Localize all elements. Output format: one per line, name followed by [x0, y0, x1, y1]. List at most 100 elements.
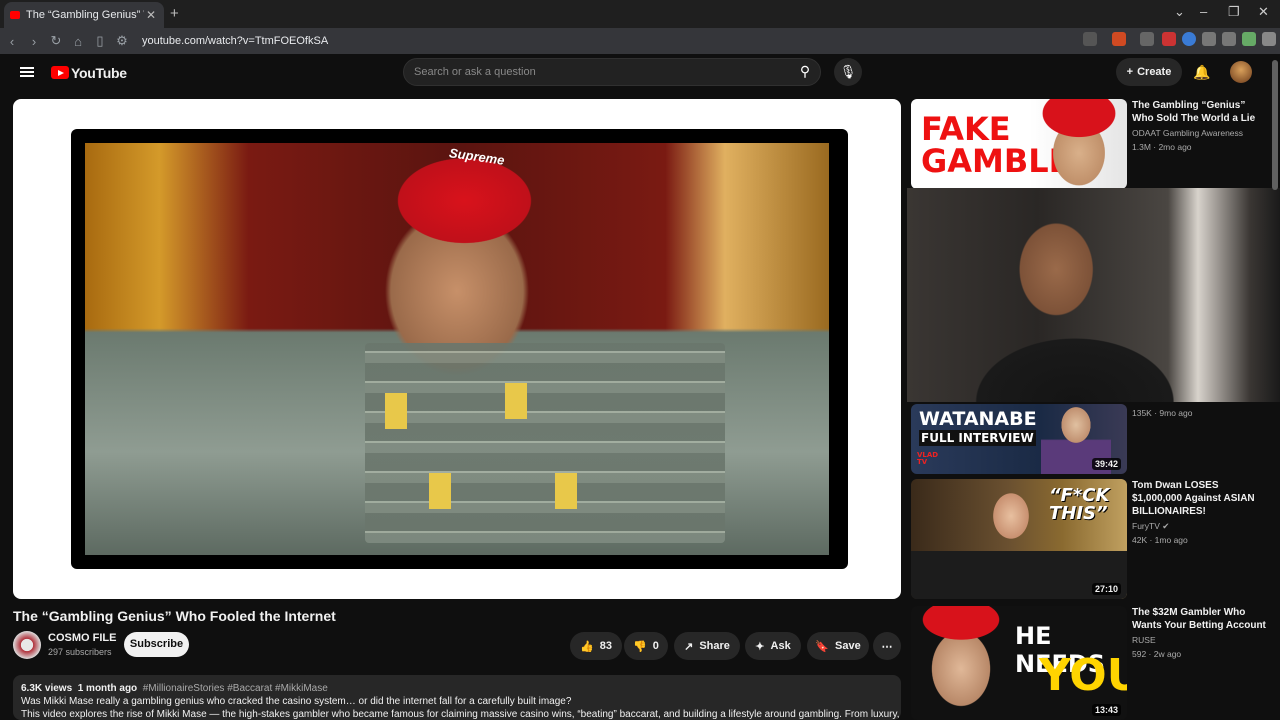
- video-thumbnail[interactable]: WATANABE FULL INTERVIEW VLAD TV 39:42: [911, 404, 1127, 474]
- ask-label: Ask: [770, 640, 791, 652]
- downloads-icon[interactable]: [1222, 32, 1236, 46]
- recommended-video[interactable]: HE NEEDS YOU 13:43 The $32M Gambler Who …: [911, 606, 1271, 720]
- close-tab-icon[interactable]: ✕: [144, 8, 158, 22]
- home-icon[interactable]: ⌂: [68, 34, 88, 49]
- recommended-meta: 1.3M · 2mo ago: [1132, 142, 1192, 152]
- scrollbar[interactable]: [1272, 60, 1278, 190]
- hat-logo-text: Supreme: [448, 145, 506, 168]
- recommended-meta: 135K · 9mo ago: [1132, 408, 1193, 418]
- youtube-header: YouTube Search or ask a question ⚲ 🎙 + C…: [0, 54, 1280, 92]
- recommended-video[interactable]: WATANABE FULL INTERVIEW VLAD TV 39:42 13…: [911, 404, 1271, 476]
- verified-icon: ✔: [1162, 521, 1170, 531]
- view-count: 6.3K views: [21, 683, 73, 694]
- recommended-title[interactable]: The Gambling “Genius” Who Sold The World…: [1132, 99, 1267, 125]
- recommended-channel[interactable]: ODAAT Gambling Awareness: [1132, 128, 1243, 138]
- extension-icon[interactable]: [1140, 32, 1154, 46]
- hashtags[interactable]: #MillionaireStories #Baccarat #MikkiMase: [143, 683, 328, 694]
- microphone-icon[interactable]: 🎙: [834, 58, 862, 86]
- bookmark-icon: 🔖: [815, 640, 829, 653]
- video-image: Supreme: [85, 143, 829, 555]
- channel-name[interactable]: COSMO FILE: [48, 632, 116, 644]
- menu-icon[interactable]: [1262, 32, 1276, 46]
- bookmark-icon[interactable]: ▯: [90, 33, 110, 49]
- save-button[interactable]: 🔖 Save: [807, 632, 869, 660]
- video-thumbnail[interactable]: HE NEEDS YOU 13:43: [911, 606, 1127, 720]
- tab-title: The “Gambling Genius” Who Fo: [26, 9, 144, 21]
- recommended-meta: 42K · 1mo ago: [1132, 535, 1188, 545]
- recommended-channel[interactable]: FuryTV ✔: [1132, 521, 1169, 532]
- youtube-logo-icon[interactable]: [51, 66, 69, 79]
- webcam-overlay: [907, 188, 1280, 402]
- extension-icon[interactable]: [1182, 32, 1196, 46]
- sparkle-icon: ✦: [755, 640, 765, 653]
- like-button[interactable]: 👍 83: [570, 632, 622, 660]
- recommended-channel[interactable]: RUSE: [1132, 635, 1156, 645]
- save-label: Save: [835, 640, 861, 652]
- reload-icon[interactable]: ↻: [46, 33, 66, 49]
- recommended-video[interactable]: FAKE GAMBLER The Gambling “Genius” Who S…: [911, 99, 1271, 189]
- search-icon[interactable]: ⚲: [796, 63, 814, 81]
- thumbnail-text: WATANABE: [919, 408, 1037, 430]
- description-line: This video explores the rise of Mikki Ma…: [21, 709, 901, 720]
- create-label: Create: [1137, 66, 1172, 78]
- thumbnail-person: [911, 606, 1011, 720]
- cash-band: [505, 383, 527, 419]
- dislike-count: 0: [652, 640, 659, 652]
- tab-list-icon[interactable]: ⌄: [1174, 4, 1185, 20]
- recommended-video[interactable]: “F*CK THIS” 27:10 Tom Dwan LOSES $1,000,…: [911, 479, 1271, 601]
- cash-stacks: [365, 343, 725, 543]
- description-box[interactable]: 6.3K views 1 month ago #MillionaireStori…: [13, 675, 901, 720]
- site-info-icon[interactable]: ⚙: [112, 33, 132, 49]
- thumbnail-text: FULL INTERVIEW: [919, 430, 1036, 446]
- extensions-puzzle-icon[interactable]: [1202, 32, 1216, 46]
- maximize-icon[interactable]: ❐: [1228, 4, 1240, 20]
- back-icon[interactable]: ‹: [2, 34, 22, 49]
- cash-band: [385, 393, 407, 429]
- browser-tab[interactable]: The “Gambling Genius” Who Fo ✕: [4, 2, 164, 28]
- extension-icon[interactable]: [1242, 32, 1256, 46]
- subscriber-count: 297 subscribers: [48, 647, 112, 657]
- youtube-logo-text[interactable]: YouTube: [71, 65, 127, 81]
- extension-icon[interactable]: [1162, 32, 1176, 46]
- recommended-meta: 592 · 2w ago: [1132, 649, 1182, 659]
- video-player[interactable]: Supreme: [13, 99, 901, 599]
- share-icon: ↗: [684, 640, 694, 653]
- minimize-icon[interactable]: –: [1200, 4, 1207, 19]
- cash-band: [429, 473, 451, 509]
- thumbs-down-icon: 👎: [633, 640, 647, 653]
- plus-icon: +: [1126, 66, 1134, 78]
- thumbs-up-icon: 👍: [580, 640, 594, 653]
- recommended-title[interactable]: The $32M Gambler Who Wants Your Betting …: [1132, 606, 1267, 632]
- thumbnail-text: “F*CK THIS”: [1049, 485, 1110, 524]
- brave-shield-icon[interactable]: [1112, 32, 1126, 46]
- recommended-title[interactable]: Tom Dwan LOSES $1,000,000 Against ASIAN …: [1132, 479, 1267, 518]
- new-tab-button[interactable]: +: [170, 5, 179, 22]
- search-box[interactable]: Search or ask a question ⚲: [403, 58, 821, 86]
- video-duration: 39:42: [1091, 458, 1121, 470]
- thumbnail-person: [1039, 99, 1119, 189]
- youtube-favicon-icon: [10, 11, 20, 19]
- thumbnail-text: YOU: [1039, 650, 1127, 701]
- more-actions-icon[interactable]: ⋯: [873, 632, 901, 660]
- notifications-bell-icon[interactable]: 🔔: [1193, 64, 1210, 81]
- hamburger-menu-icon[interactable]: [20, 67, 34, 69]
- description-line: Was Mikki Mase really a gambling genius …: [21, 696, 572, 707]
- ask-button[interactable]: ✦ Ask: [745, 632, 801, 660]
- screen-cast-icon[interactable]: [1083, 32, 1097, 46]
- search-input[interactable]: Search or ask a question: [414, 66, 536, 78]
- close-window-icon[interactable]: ✕: [1258, 4, 1269, 20]
- create-button[interactable]: + Create: [1116, 58, 1182, 86]
- account-avatar[interactable]: [1230, 61, 1252, 83]
- video-duration: 27:10: [1091, 583, 1121, 595]
- video-thumbnail[interactable]: FAKE GAMBLER: [911, 99, 1127, 189]
- video-thumbnail[interactable]: “F*CK THIS” 27:10: [911, 479, 1127, 599]
- browser-tab-bar: The “Gambling Genius” Who Fo ✕ + ⌄ – ❐ ✕: [0, 0, 1280, 28]
- url-field[interactable]: youtube.com/watch?v=TtmFOEOfkSA: [142, 35, 328, 47]
- like-count: 83: [599, 640, 612, 652]
- dislike-button[interactable]: 👎 0: [624, 632, 668, 660]
- share-button[interactable]: ↗ Share: [674, 632, 740, 660]
- channel-avatar[interactable]: [13, 631, 41, 659]
- subscribe-button[interactable]: Subscribe: [124, 632, 189, 657]
- forward-icon[interactable]: ›: [24, 34, 44, 49]
- upload-age: 1 month ago: [77, 683, 138, 694]
